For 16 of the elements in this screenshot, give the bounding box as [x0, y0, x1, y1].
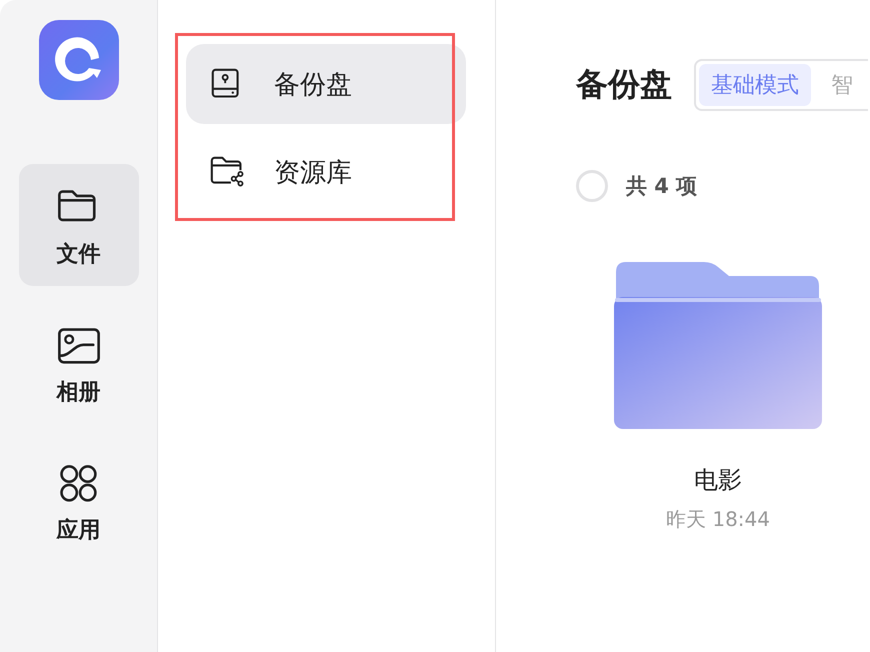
page-title: 备份盘 [576, 64, 672, 105]
nav-item[interactable]: 文件 [18, 164, 138, 286]
folder-name: 电影 [694, 465, 742, 496]
item-count: 共 4 项 [626, 173, 698, 200]
nav-label: 应用 [56, 516, 100, 545]
folder-icon[interactable] [614, 262, 822, 430]
sidebar-item[interactable]: 资源库 [186, 124, 466, 220]
sidebar-label: 备份盘 [274, 68, 352, 102]
modified-time: 昨天 18:44 [666, 506, 770, 533]
select-all-checkbox[interactable] [576, 170, 608, 202]
nav-label: 相册 [56, 378, 100, 407]
sidebar-item[interactable]: 备份盘 [186, 44, 466, 124]
nav-item[interactable]: 应用 [18, 440, 138, 562]
nav-item[interactable]: 相册 [18, 302, 138, 424]
nav-label: 文件 [56, 240, 100, 269]
sidebar-label: 资源库 [274, 156, 352, 190]
